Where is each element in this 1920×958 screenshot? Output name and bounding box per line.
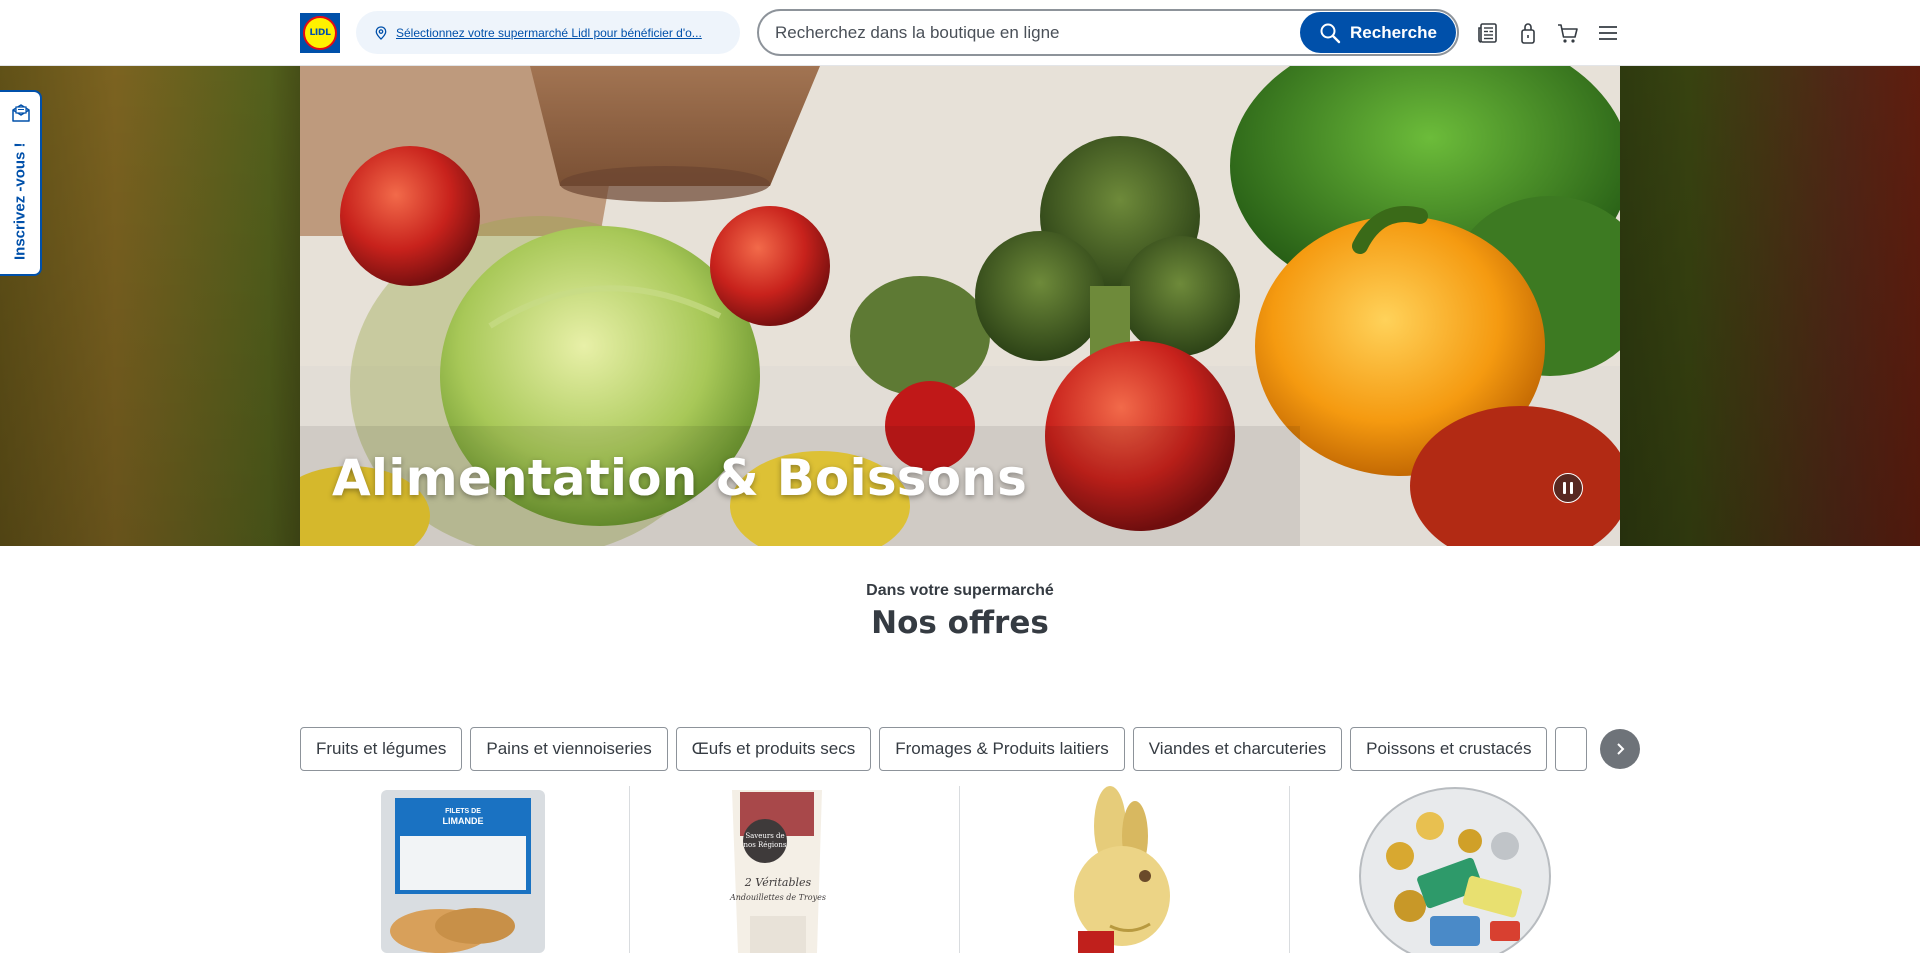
category-chip[interactable]: Pains et viennoiseries: [470, 727, 668, 771]
menu-icon[interactable]: [1595, 20, 1621, 46]
product-image-limande: FILETS DE LIMANDE: [381, 790, 545, 953]
product-label-line1: FILETS DE: [445, 808, 481, 815]
cart-icon[interactable]: [1555, 20, 1581, 46]
pause-icon[interactable]: [1553, 473, 1583, 503]
search-box: Recherche: [757, 9, 1459, 56]
category-chip[interactable]: Œufs et produits secs: [675, 727, 872, 771]
hero-image[interactable]: Alimentation & Boissons: [300, 66, 1620, 546]
chevron-right-icon[interactable]: [1600, 729, 1640, 769]
product-label-line1: Saveurs de: [745, 832, 784, 840]
header-inner: LIDL Sélectionnez votre supermarché Lidl…: [300, 0, 1620, 66]
product-image-chocolate-coins: [1359, 787, 1551, 958]
product-card[interactable]: Saveurs de nos Régions 2 Véritables Ando…: [630, 786, 960, 953]
search-button[interactable]: Recherche: [1300, 12, 1456, 53]
newsletter-side-tab[interactable]: Inscrivez -vous !: [0, 90, 42, 276]
category-chip-partial[interactable]: [1555, 727, 1588, 771]
product-card[interactable]: [960, 786, 1290, 953]
product-card[interactable]: FILETS DE LIMANDE: [300, 786, 630, 953]
store-selector[interactable]: Sélectionnez votre supermarché Lidl pour…: [356, 11, 740, 54]
category-chip[interactable]: Poissons et crustacés: [1350, 727, 1548, 771]
search-input[interactable]: [775, 20, 1295, 46]
category-chip[interactable]: Fruits et légumes: [300, 727, 463, 771]
section-title: Nos offres: [871, 605, 1049, 641]
hero-title: Alimentation & Boissons: [332, 449, 1028, 507]
account-icon[interactable]: [1515, 20, 1541, 46]
product-carousel: FILETS DE LIMANDE Saveurs de nos Régions…: [300, 786, 1620, 958]
product-label-line2: nos Régions: [744, 841, 787, 849]
newsletter-mail-icon: [12, 104, 30, 122]
product-image-andouillettes: Saveurs de nos Régions 2 Véritables Ando…: [729, 790, 826, 953]
search-icon: [1320, 23, 1341, 43]
product-label-line3: 2 Véritables: [744, 876, 812, 889]
product-card[interactable]: [1290, 786, 1620, 958]
product-image-chocolate-bunny: [1074, 786, 1170, 953]
product-label-line2: LIMANDE: [443, 816, 484, 826]
store-selector-link[interactable]: Sélectionnez votre supermarché Lidl pour…: [396, 26, 726, 40]
leaflet-icon[interactable]: [1475, 20, 1501, 46]
category-chips: Fruits et légumes Pains et viennoiseries Œ…: [300, 727, 1620, 771]
section-eyebrow: Dans votre supermarché: [866, 582, 1054, 599]
product-label-line4: Andouillettes de Troyes: [729, 893, 826, 902]
category-chip[interactable]: Viandes et charcuteries: [1132, 727, 1343, 771]
search-button-label: Recherche: [1350, 22, 1437, 42]
site-header: LIDL Sélectionnez votre supermarché Lidl…: [0, 0, 1920, 66]
lidl-logo[interactable]: LIDL: [300, 13, 340, 53]
newsletter-label: Inscrivez -vous !: [11, 142, 29, 260]
category-chip[interactable]: Fromages & Produits laitiers: [879, 727, 1125, 771]
hero-banner: Alimentation & Boissons: [0, 66, 1920, 546]
location-pin-icon: [375, 25, 387, 40]
